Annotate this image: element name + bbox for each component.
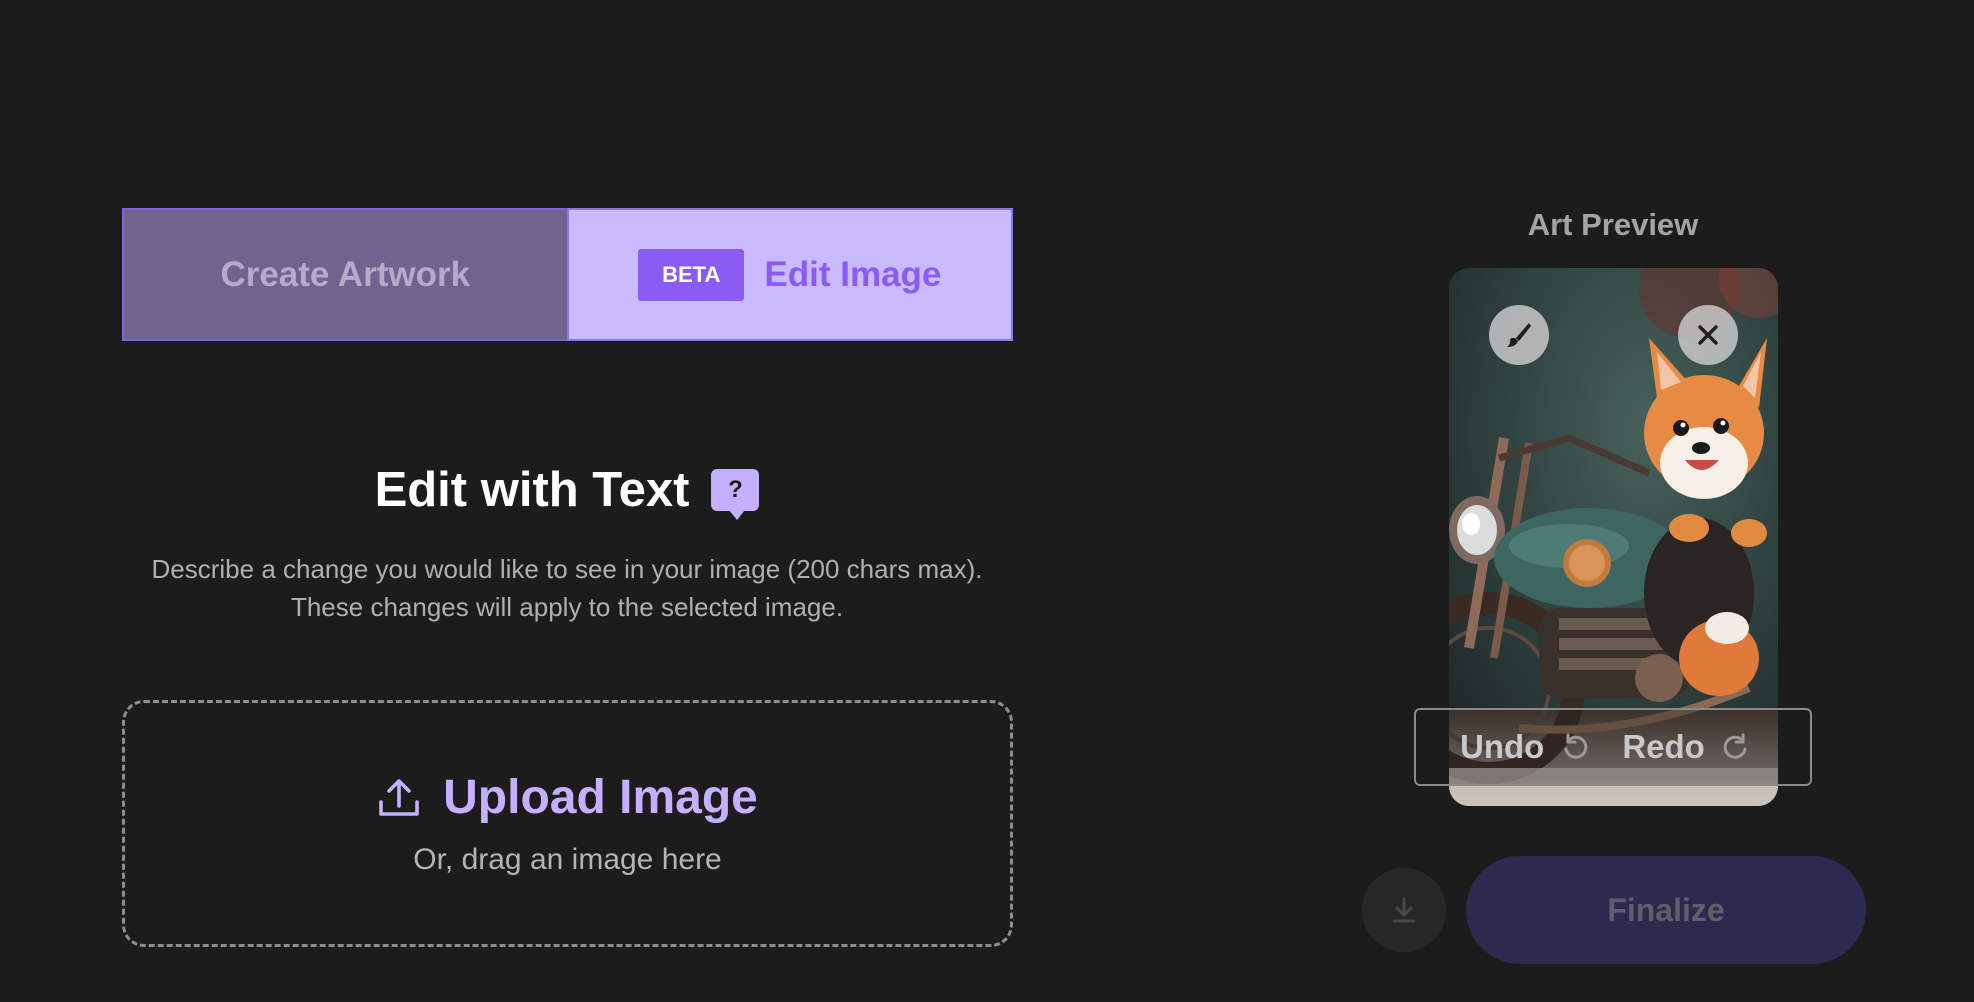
undo-redo-bar: Undo Redo (1414, 708, 1812, 786)
download-button[interactable] (1362, 868, 1446, 952)
undo-button[interactable]: Undo (1460, 728, 1544, 766)
brush-icon (1507, 323, 1531, 347)
help-icon-glyph: ? (728, 476, 743, 503)
tab-create-artwork[interactable]: Create Artwork (122, 208, 567, 341)
mode-tabs: Create Artwork BETA Edit Image (122, 208, 1013, 341)
close-icon (1698, 325, 1718, 345)
download-icon (1392, 897, 1416, 923)
tab-edit-image-label: Edit Image (764, 254, 942, 294)
edit-with-text-header: Edit with Text ? (0, 462, 1134, 520)
undo-icon[interactable] (1560, 732, 1590, 762)
tab-create-artwork-label: Create Artwork (220, 254, 471, 294)
upload-dropzone[interactable]: Upload Image Or, drag an image here (122, 700, 1013, 947)
redo-button[interactable]: Redo (1622, 728, 1705, 766)
finalize-button[interactable]: Finalize (1466, 856, 1866, 964)
beta-badge: BETA (638, 248, 745, 301)
art-preview-title: Art Preview (1527, 207, 1699, 242)
help-icon[interactable]: ? (711, 469, 760, 520)
close-button[interactable] (1678, 305, 1738, 365)
brush-button[interactable] (1489, 305, 1549, 365)
redo-icon[interactable] (1721, 732, 1751, 762)
section-description: Describe a change you would like to see … (151, 554, 983, 622)
upload-image-label: Upload Image (443, 771, 758, 824)
section-title: Edit with Text (374, 463, 690, 517)
tab-edit-image[interactable]: BETA Edit Image (566, 208, 1013, 341)
upload-row: Upload Image (377, 770, 758, 825)
upload-icon (379, 778, 419, 816)
upload-drag-hint: Or, drag an image here (413, 843, 722, 876)
